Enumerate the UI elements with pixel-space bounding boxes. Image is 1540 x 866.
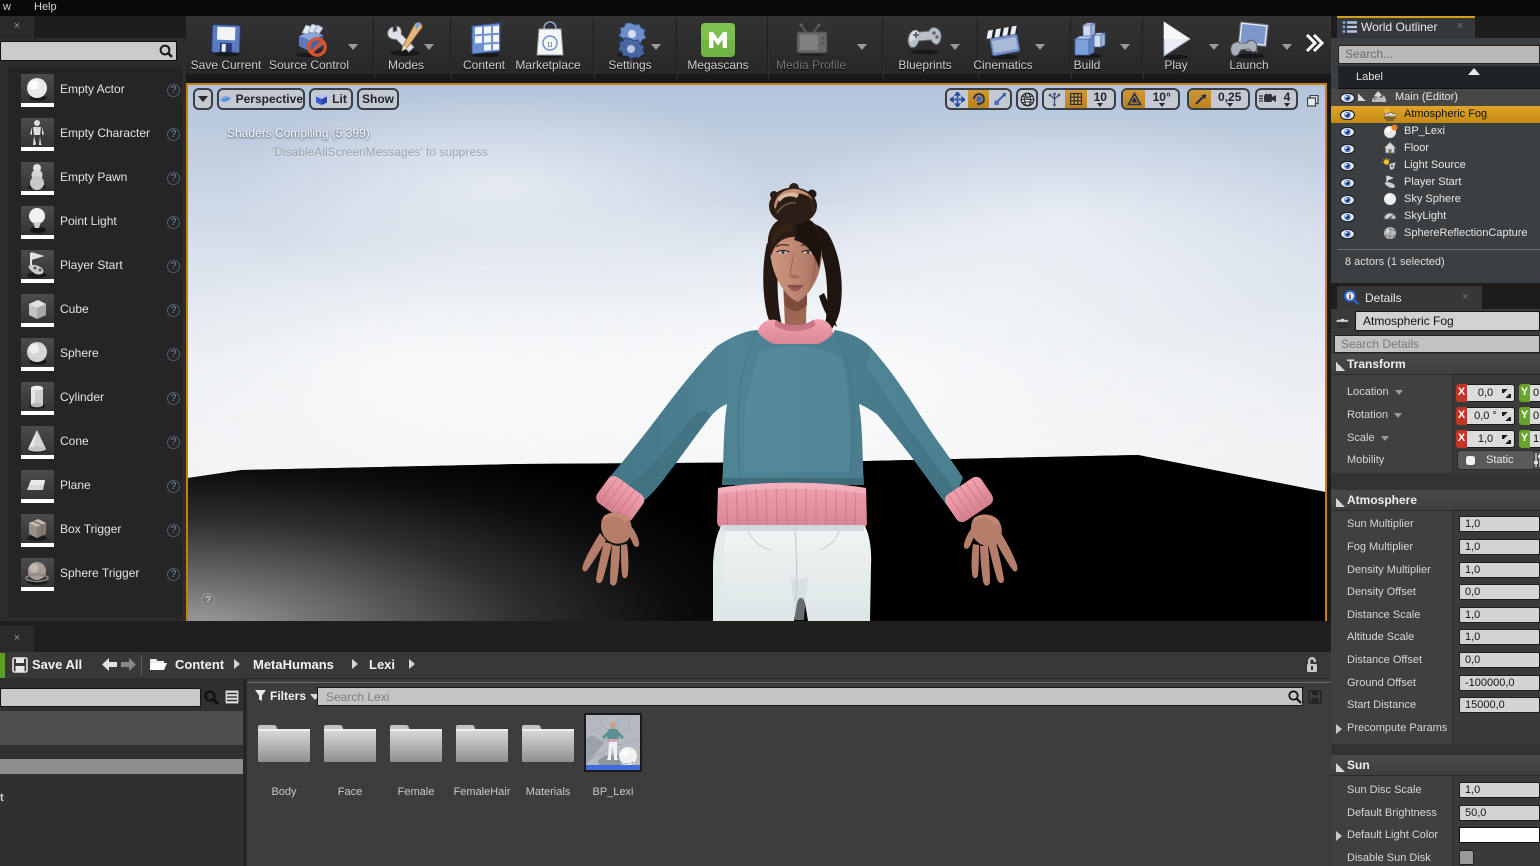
svg-text:u: u: [548, 39, 553, 50]
